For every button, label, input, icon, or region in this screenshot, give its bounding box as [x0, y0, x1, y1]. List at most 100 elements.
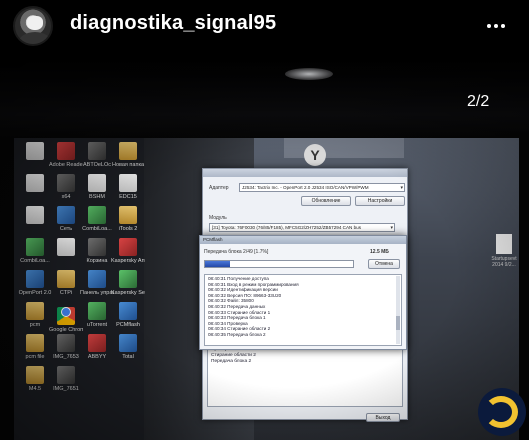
- desktop-icon[interactable]: uTorrent: [80, 302, 114, 328]
- doc-icon: [26, 142, 44, 160]
- progress-bar: [204, 260, 354, 268]
- desktop-icon-label: ABTOeLOc: [82, 162, 112, 168]
- desktop-icon[interactable]: pcm: [18, 302, 52, 328]
- desktop-icon[interactable]: CTPi: [49, 270, 83, 296]
- doc-icon: [119, 174, 137, 192]
- desktop-icon-label: PCMflash: [116, 322, 140, 328]
- light-glare: [285, 68, 333, 80]
- scrollbar-thumb[interactable]: [396, 316, 400, 330]
- settings-button[interactable]: Настройки: [355, 196, 405, 206]
- desktop-icon[interactable]: [18, 206, 52, 226]
- desktop-icon-label: x64: [61, 194, 71, 200]
- desktop-icon[interactable]: IMG_7651: [49, 366, 83, 392]
- chrome-icon: [57, 307, 75, 325]
- adapter-select[interactable]: J2534: Tactrix Inc. - OpenPort 2.0 J2534…: [239, 183, 405, 192]
- progress-bar-fill: [205, 261, 231, 267]
- exit-button[interactable]: Выход: [366, 413, 400, 422]
- wallpaper-light-band: [284, 138, 404, 158]
- photo-top-shadow: [0, 60, 529, 138]
- dialog-log-line: 08:40:35 Передача блока 2: [208, 331, 266, 337]
- desktop-icon-label: BSHM: [89, 194, 105, 200]
- desktop-icon-label: Сеть: [59, 226, 73, 232]
- app-icon: [119, 302, 137, 320]
- desktop-icon[interactable]: [49, 238, 83, 258]
- app-icon: [88, 270, 106, 288]
- desktop-icon[interactable]: CombiLoa...: [80, 206, 114, 232]
- desktop-icon[interactable]: IMG_7653: [49, 334, 83, 360]
- module-label: Модуль: [209, 215, 227, 221]
- cancel-button[interactable]: Отмена: [368, 259, 400, 269]
- desktop-icon-label: Новая папка: [111, 162, 145, 168]
- dark-icon: [57, 366, 75, 384]
- desktop-icon-label: pcm file: [25, 354, 45, 360]
- desktop-icon-label: uTorrent: [86, 322, 108, 328]
- desktop-icon[interactable]: PCMflash: [111, 302, 145, 328]
- desktop-icon-label: CombiLoa...: [20, 258, 50, 264]
- avatar[interactable]: [13, 6, 53, 46]
- adapter-select-value: J2534: Tactrix Inc. - OpenPort 2.0 J2534…: [242, 185, 369, 190]
- desktop-icons: Adobe Reader ABTOeLOc Новая папка x64 BSHM ED…: [14, 138, 194, 440]
- desktop-icon[interactable]: iTools 2: [111, 206, 145, 232]
- dark-icon: [57, 174, 75, 192]
- chevron-down-icon: ▾: [400, 185, 403, 191]
- desktop-icon[interactable]: ABTOeLOc: [80, 142, 114, 168]
- username[interactable]: diagnostika_signal95: [70, 12, 276, 35]
- desktop-file-right[interactable]: Startupsevt 2014 9/2...: [491, 234, 517, 268]
- module-select[interactable]: [31] Toyota: 76F0030 (76/85/F185), MFC5G…: [209, 223, 395, 232]
- watermark-ring-icon: [484, 396, 518, 428]
- folder-icon: [119, 206, 137, 224]
- desktop-icon-label: Kaspersky Secure Co...: [111, 290, 145, 296]
- green-icon: [119, 270, 137, 288]
- desktop-icon-label: IMG_7651: [53, 386, 79, 392]
- desktop-icon[interactable]: Сеть: [49, 206, 83, 232]
- more-options-icon[interactable]: [487, 24, 505, 28]
- desktop-icon[interactable]: CombiLoa...: [18, 238, 52, 264]
- file-icon: [496, 234, 512, 254]
- doc-icon: [26, 174, 44, 192]
- desktop-icon[interactable]: EDC15: [111, 174, 145, 200]
- desktop-icon[interactable]: M4.5: [18, 366, 52, 392]
- watermark-logo: [478, 388, 526, 436]
- desktop-icon[interactable]: ABBYY: [80, 334, 114, 360]
- desktop-icon[interactable]: Total: [111, 334, 145, 360]
- dark-icon: [88, 142, 106, 160]
- app-icon: [26, 270, 44, 288]
- desktop-icon[interactable]: BSHM: [80, 174, 114, 200]
- desktop-icon-label: CTPi: [59, 290, 73, 296]
- desktop-icon[interactable]: Adobe Reader: [49, 142, 83, 168]
- desktop-icon-label: Total: [122, 354, 134, 360]
- desktop-icon[interactable]: pcm file: [18, 334, 52, 360]
- desktop-icon[interactable]: Панель управления: [80, 270, 114, 296]
- avatar-face: [27, 16, 43, 30]
- desktop-icon-label: Adobe Reader: [49, 162, 83, 168]
- monitor-screen: Y Adobe Reader ABTOeLOc Новая папка x64 BSHM…: [14, 138, 519, 440]
- desktop-icon[interactable]: x64: [49, 174, 83, 200]
- desktop-icon[interactable]: Корзина: [80, 238, 114, 264]
- green-icon: [88, 302, 106, 320]
- app-titlebar: [203, 169, 407, 177]
- adapter-label: Адаптер: [209, 185, 229, 191]
- desktop-icon[interactable]: [18, 142, 52, 162]
- dialog-log-list[interactable]: 08:40:31 Получение доступа 08:40:31 Вход …: [204, 274, 402, 346]
- dialog-status: Передача блока 2/49 [1.7%]: [204, 249, 269, 255]
- desktop-icon[interactable]: Kaspersky Anti-Virus: [111, 238, 145, 264]
- desktop-icon[interactable]: [18, 174, 52, 194]
- folder-icon: [57, 270, 75, 288]
- dialog-title: PCMflash: [200, 236, 406, 244]
- desktop-icon-label: iTools 2: [118, 226, 138, 232]
- desktop-icon[interactable]: Google Chrome: [49, 302, 83, 333]
- carousel-counter: 2/2: [467, 93, 490, 110]
- desktop-icon[interactable]: Новая папка: [111, 142, 145, 168]
- desktop-icon-label: Google Chrome: [49, 327, 83, 333]
- desktop-icon[interactable]: Kaspersky Secure Co...: [111, 270, 145, 296]
- avatar-shoulders: [19, 32, 51, 44]
- dialog-scrollbar[interactable]: [396, 276, 400, 344]
- refresh-button[interactable]: Обновление: [301, 196, 351, 206]
- progress-dialog: PCMflash Передача блока 2/49 [1.7%] 12.5…: [199, 235, 407, 350]
- desktop-icon[interactable]: OpenPort 2.0: [18, 270, 52, 296]
- dark-icon: [88, 238, 106, 256]
- desktop-icon-label: ABBYY: [87, 354, 107, 360]
- folder-icon: [26, 302, 44, 320]
- folder-icon: [119, 142, 137, 160]
- post-header: diagnostika_signal95: [0, 0, 529, 52]
